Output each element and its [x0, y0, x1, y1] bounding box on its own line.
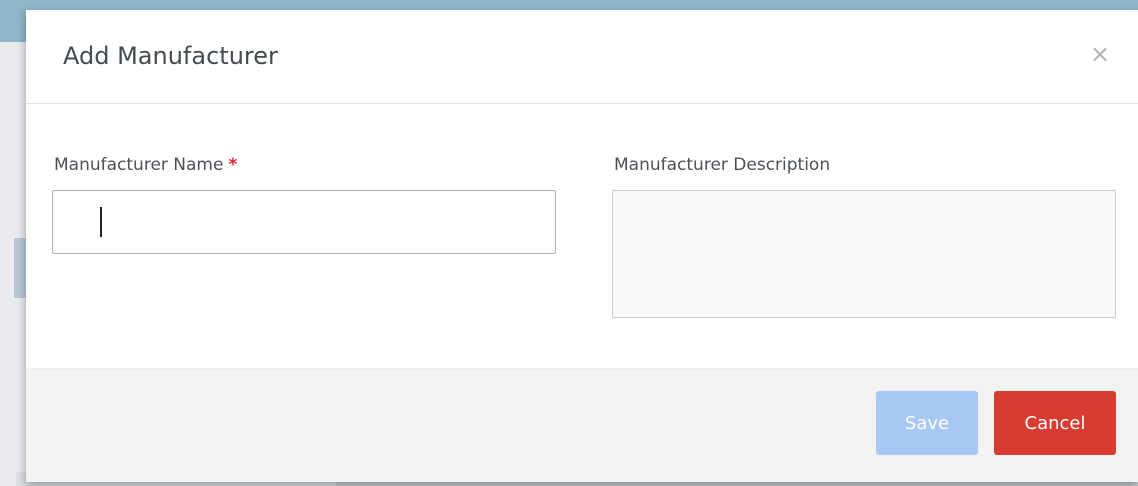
background-sidebar	[0, 42, 26, 486]
manufacturer-name-input[interactable]	[52, 190, 556, 254]
dialog-header: Add Manufacturer ×	[26, 10, 1138, 104]
dialog-body: Manufacturer Name * Manufacturer Descript…	[26, 104, 1138, 368]
required-asterisk: *	[228, 155, 238, 175]
cancel-button[interactable]: Cancel	[994, 391, 1116, 455]
dialog-footer: Save Cancel	[26, 368, 1138, 482]
close-icon: ×	[1089, 40, 1111, 68]
dialog-title: Add Manufacturer	[63, 42, 278, 70]
save-button[interactable]: Save	[876, 391, 978, 455]
add-manufacturer-dialog: Add Manufacturer × Manufacturer Name * Ma…	[26, 10, 1138, 482]
manufacturer-description-label: Manufacturer Description	[614, 155, 831, 175]
manufacturer-name-label: Manufacturer Name *	[54, 154, 237, 176]
manufacturer-description-textarea[interactable]	[612, 190, 1116, 318]
text-cursor	[100, 207, 102, 237]
background-sidebar-item	[14, 238, 26, 298]
close-button[interactable]: ×	[1088, 40, 1112, 68]
manufacturer-name-label-text: Manufacturer Name	[54, 155, 224, 175]
